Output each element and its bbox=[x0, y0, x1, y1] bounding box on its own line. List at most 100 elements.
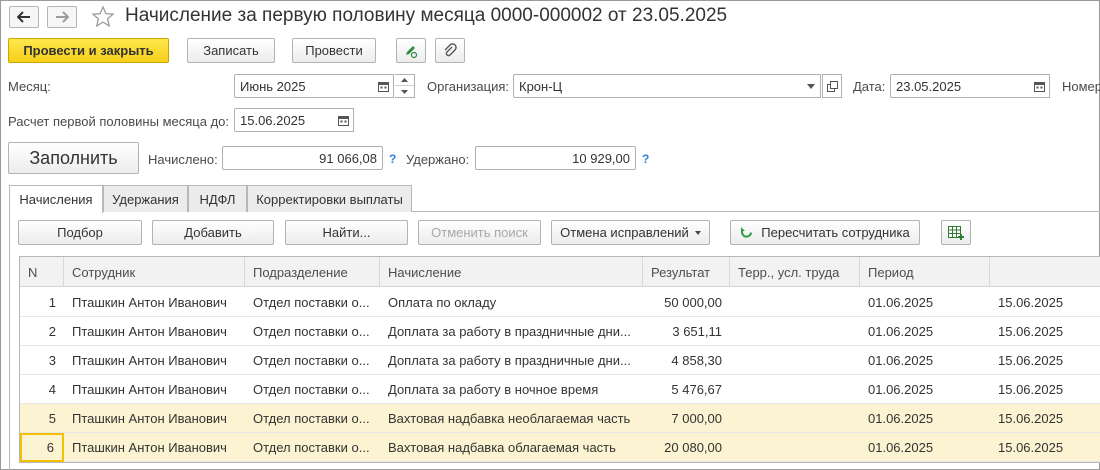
withheld-label: Удержано: bbox=[406, 152, 470, 167]
add-button[interactable]: Добавить bbox=[152, 220, 274, 245]
recalc-employee-label: Пересчитать сотрудника bbox=[761, 225, 910, 240]
row-period-end: 15.06.2025 bbox=[998, 295, 1064, 310]
organization-dropdown-button[interactable] bbox=[801, 74, 821, 98]
tab-withholdings[interactable]: Удержания bbox=[103, 185, 188, 212]
row-accrual: Доплата за работу в праздничные дни... bbox=[388, 324, 631, 339]
row-department: Отдел поставки о... bbox=[253, 353, 370, 368]
month-input[interactable]: Июнь 2025 bbox=[234, 74, 376, 98]
column-header-period-end[interactable] bbox=[990, 257, 1100, 287]
row-result: 50 000,00 bbox=[664, 295, 722, 310]
row-number: 3 bbox=[48, 353, 56, 368]
edit-button[interactable] bbox=[396, 38, 426, 63]
row-result: 20 080,00 bbox=[664, 440, 722, 455]
post-button[interactable]: Провести bbox=[292, 38, 376, 63]
row-territory bbox=[730, 375, 860, 404]
page-title: Начисление за первую половину месяца 000… bbox=[125, 5, 728, 26]
post-and-close-button[interactable]: Провести и закрыть bbox=[8, 38, 169, 63]
tab-accruals[interactable]: Начисления bbox=[9, 185, 103, 213]
forward-button[interactable] bbox=[47, 6, 77, 28]
column-header-territory[interactable]: Терр., усл. труда bbox=[730, 257, 860, 287]
document-window: Начисление за первую половину месяца 000… bbox=[0, 0, 1100, 470]
back-button[interactable] bbox=[9, 6, 39, 28]
organization-open-button[interactable] bbox=[822, 74, 842, 98]
tab-ndfl[interactable]: НДФЛ bbox=[188, 185, 247, 212]
month-calendar-button[interactable] bbox=[374, 74, 394, 98]
row-employee: Пташкин Антон Иванович bbox=[72, 382, 227, 397]
row-employee: Пташкин Антон Иванович bbox=[72, 440, 227, 455]
row-result: 5 476,67 bbox=[671, 382, 722, 397]
row-territory bbox=[730, 346, 860, 375]
row-period-start: 01.06.2025 bbox=[868, 411, 934, 426]
accrued-help-icon[interactable]: ? bbox=[389, 152, 396, 166]
row-department: Отдел поставки о... bbox=[253, 324, 370, 339]
column-header-period[interactable]: Период bbox=[860, 257, 990, 287]
calendar-icon bbox=[338, 115, 349, 126]
row-result: 4 858,30 bbox=[671, 353, 722, 368]
pencil-icon bbox=[406, 45, 418, 58]
date-calendar-button[interactable] bbox=[1030, 74, 1050, 98]
row-result: 3 651,11 bbox=[672, 324, 722, 339]
table-row[interactable]: 6 Пташкин Антон Иванович Отдел поставки … bbox=[20, 433, 1100, 462]
column-header-accrual[interactable]: Начисление bbox=[380, 257, 643, 287]
refresh-icon bbox=[741, 227, 753, 238]
row-number: 1 bbox=[48, 295, 56, 310]
cancel-corrections-button[interactable]: Отмена исправлений bbox=[551, 220, 710, 245]
recalc-employee-button[interactable]: Пересчитать сотрудника bbox=[730, 220, 920, 245]
calc-until-input[interactable]: 15.06.2025 bbox=[234, 108, 336, 132]
row-period-end: 15.06.2025 bbox=[998, 440, 1064, 455]
cancel-search-button[interactable]: Отменить поиск bbox=[418, 220, 541, 245]
calc-until-label: Расчет первой половины месяца до: bbox=[8, 114, 229, 129]
row-accrual: Вахтовая надбавка необлагаемая часть bbox=[388, 411, 631, 426]
table-row[interactable]: 2 Пташкин Антон Иванович Отдел поставки … bbox=[20, 317, 1100, 346]
row-department: Отдел поставки о... bbox=[253, 411, 370, 426]
row-accrual: Доплата за работу в праздничные дни... bbox=[388, 353, 631, 368]
withheld-help-icon[interactable]: ? bbox=[642, 152, 649, 166]
row-department: Отдел поставки о... bbox=[253, 295, 370, 310]
spin-down-icon[interactable] bbox=[395, 86, 414, 97]
row-period-start: 01.06.2025 bbox=[868, 353, 934, 368]
open-link-icon bbox=[826, 80, 838, 92]
save-button[interactable]: Записать bbox=[187, 38, 275, 63]
arrow-right-icon bbox=[56, 11, 69, 23]
chevron-down-icon bbox=[806, 83, 815, 89]
row-result: 7 000,00 bbox=[671, 411, 722, 426]
column-header-result[interactable]: Результат bbox=[643, 257, 730, 287]
table-row[interactable]: 5 Пташкин Антон Иванович Отдел поставки … bbox=[20, 404, 1100, 433]
date-input[interactable]: 23.05.2025 bbox=[890, 74, 1032, 98]
row-period-end: 15.06.2025 bbox=[998, 353, 1064, 368]
column-header-employee[interactable]: Сотрудник bbox=[64, 257, 245, 287]
attach-button[interactable] bbox=[435, 38, 465, 63]
row-period-start: 01.06.2025 bbox=[868, 382, 934, 397]
withheld-value: 10 929,00 bbox=[475, 146, 636, 170]
row-department: Отдел поставки о... bbox=[253, 382, 370, 397]
table-row[interactable]: 1 Пташкин Антон Иванович Отдел поставки … bbox=[20, 288, 1100, 317]
row-accrual: Оплата по окладу bbox=[388, 295, 497, 310]
month-label: Месяц: bbox=[8, 79, 51, 94]
tab-payment-corrections[interactable]: Корректировки выплаты bbox=[247, 185, 412, 212]
row-number: 5 bbox=[48, 411, 56, 426]
column-header-department[interactable]: Подразделение bbox=[245, 257, 380, 287]
row-accrual: Доплата за работу в ночное время bbox=[388, 382, 599, 397]
row-employee: Пташкин Антон Иванович bbox=[72, 353, 227, 368]
table-row[interactable]: 3 Пташкин Антон Иванович Отдел поставки … bbox=[20, 346, 1100, 375]
find-button[interactable]: Найти... bbox=[285, 220, 408, 245]
spin-up-icon[interactable] bbox=[395, 75, 414, 86]
row-department: Отдел поставки о... bbox=[253, 440, 370, 455]
calendar-icon bbox=[378, 81, 389, 92]
column-header-n[interactable]: N bbox=[20, 257, 64, 287]
row-period-start: 01.06.2025 bbox=[868, 295, 934, 310]
row-territory bbox=[730, 433, 860, 462]
favorite-star-icon[interactable] bbox=[91, 5, 115, 32]
organization-input[interactable]: Крон-Ц bbox=[513, 74, 803, 98]
select-button[interactable]: Подбор bbox=[18, 220, 142, 245]
table-settings-button[interactable] bbox=[941, 220, 971, 245]
month-spinner[interactable] bbox=[395, 74, 415, 98]
number-label: Номер bbox=[1062, 79, 1100, 94]
accruals-table: N Сотрудник Подразделение Начисление Рез… bbox=[19, 256, 1100, 463]
calc-until-calendar-button[interactable] bbox=[334, 108, 354, 132]
row-accrual: Вахтовая надбавка облагаемая часть bbox=[388, 440, 616, 455]
row-period-end: 15.06.2025 bbox=[998, 382, 1064, 397]
fill-button[interactable]: Заполнить bbox=[8, 142, 139, 174]
paperclip-icon bbox=[444, 42, 457, 56]
table-row[interactable]: 4 Пташкин Антон Иванович Отдел поставки … bbox=[20, 375, 1100, 404]
